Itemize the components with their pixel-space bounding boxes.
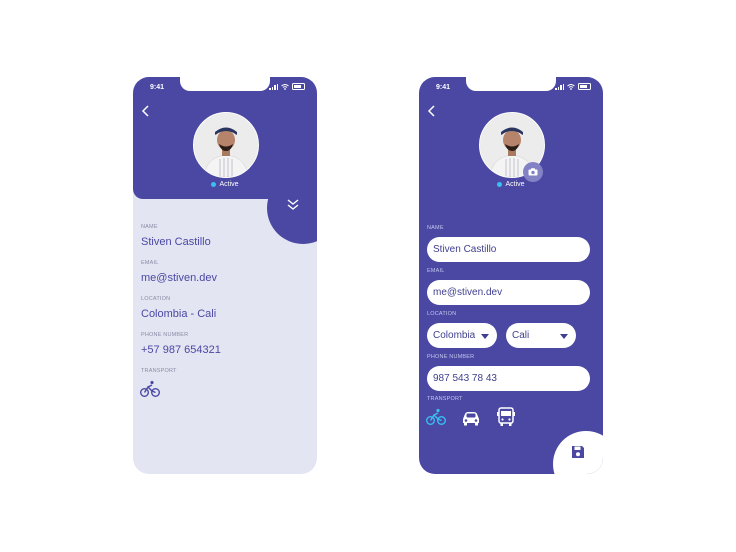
email-field[interactable]: me@stiven.dev — [427, 280, 590, 305]
active-dot-icon — [497, 181, 503, 187]
save-button[interactable] — [553, 431, 603, 474]
profile-photo — [194, 113, 258, 177]
status-time: 9:41 — [150, 84, 165, 91]
name-label: NAME — [427, 225, 444, 231]
city-value: Cali — [512, 330, 530, 341]
profile-edit-screen: 9:41 Active NAME Stiven Castillo EMAIL m… — [419, 77, 603, 474]
car-icon[interactable] — [461, 410, 481, 426]
location-label: LOCATION — [141, 296, 171, 302]
transport-label: TRANSPORT — [141, 368, 177, 374]
back-arrow-icon[interactable] — [141, 105, 151, 117]
camera-icon — [528, 168, 538, 176]
email-label: EMAIL — [141, 260, 159, 266]
floppy-disk-icon — [572, 446, 584, 458]
active-dot-icon — [211, 181, 217, 187]
phone-field[interactable]: 987 543 78 43 — [427, 366, 590, 391]
status-active: Active — [419, 181, 603, 188]
name-field[interactable]: Stiven Castillo — [427, 237, 590, 262]
wifi-icon — [567, 83, 575, 90]
transport-label: TRANSPORT — [427, 396, 463, 402]
bus-icon[interactable] — [497, 407, 515, 427]
dropdown-arrow-icon — [560, 334, 568, 339]
avatar — [193, 112, 259, 178]
name-value: Stiven Castillo — [141, 236, 211, 248]
name-label: NAME — [141, 224, 158, 230]
active-label: Active — [505, 181, 525, 188]
notch — [180, 77, 270, 91]
change-photo-button[interactable] — [523, 162, 543, 182]
battery-icon — [292, 83, 305, 90]
location-label: LOCATION — [427, 311, 457, 317]
status-time: 9:41 — [436, 84, 451, 91]
profile-view-screen: 9:41 Active NAME Stiven Castillo EMAIL m… — [133, 77, 317, 474]
location-value: Colombia - Cali — [141, 308, 217, 320]
email-value: me@stiven.dev — [141, 272, 217, 284]
country-value: Colombia — [433, 330, 476, 341]
phone-label: PHONE NUMBER — [427, 354, 475, 360]
signal-icon — [555, 83, 564, 90]
battery-icon — [578, 83, 591, 90]
wifi-icon — [281, 83, 289, 90]
phone-label: PHONE NUMBER — [141, 332, 189, 338]
country-select[interactable]: Colombia — [427, 323, 497, 348]
city-select[interactable]: Cali — [506, 323, 576, 348]
active-label: Active — [219, 181, 239, 188]
back-arrow-icon[interactable] — [427, 105, 437, 117]
email-label: EMAIL — [427, 268, 445, 274]
status-bar: 9:41 — [133, 77, 317, 95]
signal-icon — [269, 83, 278, 90]
bicycle-icon[interactable] — [426, 408, 446, 426]
notch — [466, 77, 556, 91]
status-active: Active — [133, 181, 317, 188]
status-bar: 9:41 — [419, 77, 603, 95]
double-chevron-down-icon — [287, 199, 299, 210]
phone-value: +57 987 654321 — [141, 344, 221, 356]
dropdown-arrow-icon — [481, 334, 489, 339]
bicycle-icon — [140, 380, 160, 397]
